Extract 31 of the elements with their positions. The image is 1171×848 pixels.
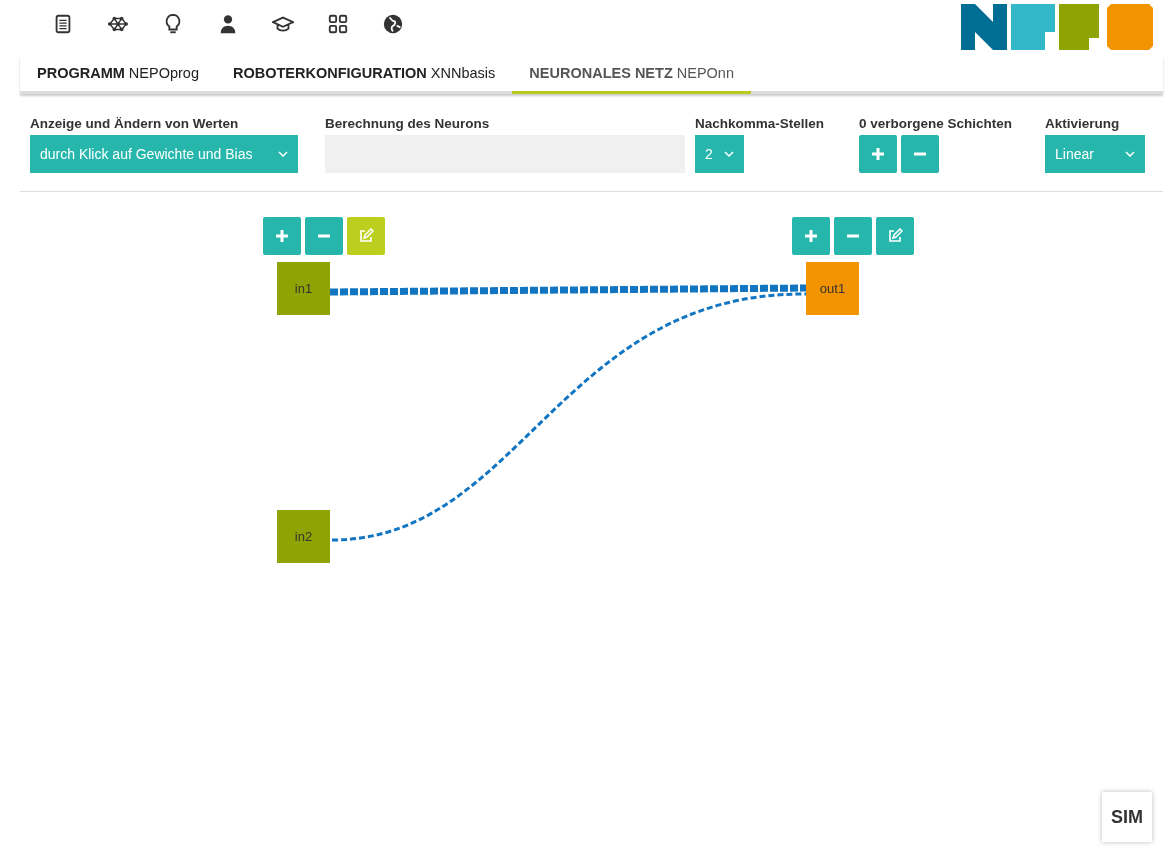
remove-layer-button[interactable] (901, 135, 939, 173)
remove-neuron-button[interactable] (834, 217, 872, 255)
hidden-layers-label: 0 verborgene Schichten (859, 116, 1014, 131)
input-neuron[interactable]: in2 (277, 510, 330, 563)
add-layer-button[interactable] (859, 135, 897, 173)
add-neuron-button[interactable] (792, 217, 830, 255)
sim-button[interactable]: SIM (1102, 792, 1152, 842)
caret-icon (278, 151, 288, 157)
caret-icon (1125, 151, 1135, 157)
edit-icon (887, 228, 903, 244)
tab[interactable]: PROGRAMM NEPOprog (20, 56, 216, 94)
connection-line[interactable] (329, 284, 807, 296)
plus-icon (870, 146, 886, 162)
globe-icon[interactable] (382, 13, 404, 35)
plus-icon (274, 228, 290, 244)
output-neuron[interactable]: out1 (806, 262, 859, 315)
edit-button[interactable] (347, 217, 385, 255)
add-neuron-button[interactable] (263, 217, 301, 255)
edit-icon (358, 228, 374, 244)
activation-label: Aktivierung (1045, 116, 1121, 131)
remove-neuron-button[interactable] (305, 217, 343, 255)
caret-icon (724, 151, 734, 157)
decimals-label: Nachkomma-Stellen (695, 116, 826, 131)
neuron-calc-label: Berechnung des Neurons (325, 116, 491, 131)
tab[interactable]: ROBOTERKONFIGURATION XNNbasis (215, 56, 513, 94)
plus-icon (803, 228, 819, 244)
tab[interactable]: NEURONALES NETZ NEPOnn (512, 56, 751, 94)
grid-icon[interactable] (327, 13, 349, 35)
input-neuron[interactable]: in1 (277, 262, 330, 315)
display-label: Anzeige und Ändern von Werten (30, 116, 240, 131)
edit-button[interactable] (876, 217, 914, 255)
